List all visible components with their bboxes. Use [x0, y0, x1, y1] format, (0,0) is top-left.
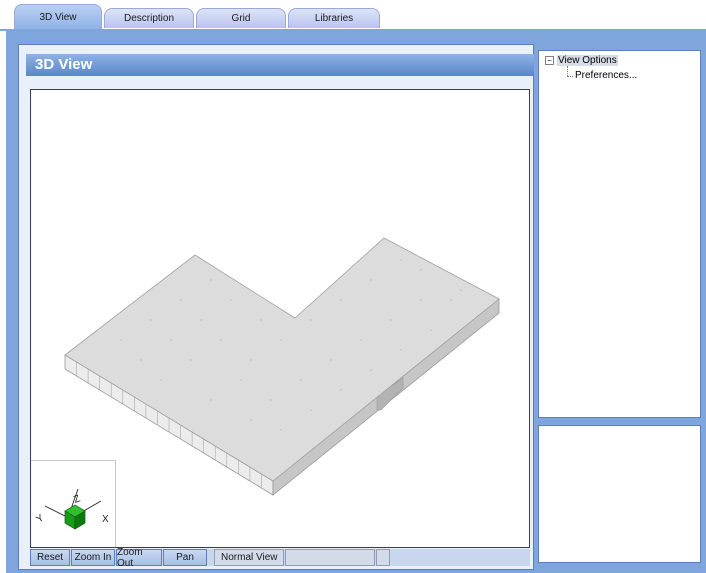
zoom-in-button[interactable]: Zoom In [71, 549, 115, 566]
axis-z-label: Z [72, 493, 82, 505]
tree-item-view-options[interactable]: View Options [557, 55, 618, 66]
tab-3d-view[interactable]: 3D View [14, 4, 102, 30]
status-cell-empty-1 [285, 549, 375, 566]
tab-grid[interactable]: Grid [196, 8, 286, 28]
axis-x-label: X [102, 514, 109, 525]
pan-button[interactable]: Pan [163, 549, 207, 566]
panel-title: 3D View [26, 54, 534, 76]
3d-viewport[interactable]: X Y Z [30, 89, 530, 548]
tree-item-preferences[interactable]: Preferences... [575, 70, 637, 81]
options-tree-panel [538, 50, 701, 418]
status-cell-empty-2 [376, 549, 390, 566]
collapse-icon[interactable]: − [545, 56, 554, 65]
tree-connector-branch [567, 76, 573, 77]
tab-libraries[interactable]: Libraries [288, 8, 380, 28]
axis-y-label: Y [34, 512, 46, 525]
properties-panel [538, 425, 701, 563]
reset-button[interactable]: Reset [30, 549, 70, 566]
tab-description[interactable]: Description [104, 8, 194, 28]
tree-connector [567, 66, 568, 76]
axis-indicator: X Y Z [31, 460, 116, 547]
view-mode-status: Normal View [214, 549, 284, 566]
zoom-out-button[interactable]: Zoom Out [116, 547, 162, 569]
